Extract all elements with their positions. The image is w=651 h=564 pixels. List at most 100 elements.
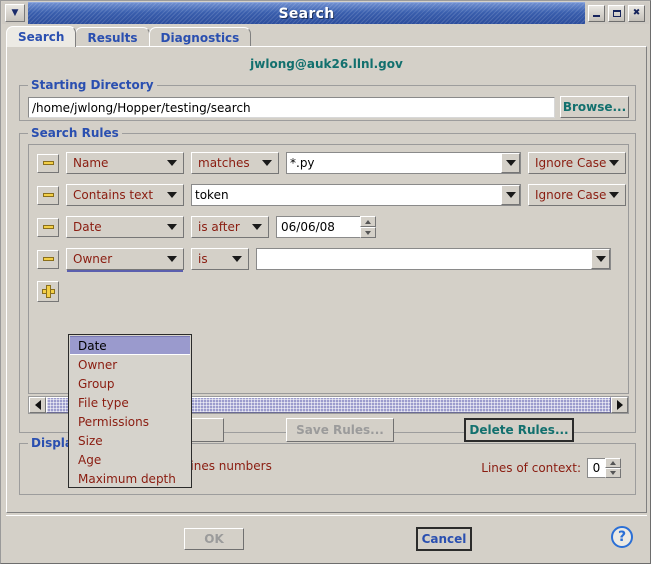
starting-directory-group: Starting Directory /home/jwlong/Hopper/t… — [19, 78, 636, 121]
rule-value-combo-4[interactable] — [256, 248, 611, 270]
dropdown-item-label: File type — [78, 395, 129, 410]
chevron-down-icon — [505, 192, 516, 198]
dropdown-item-label: Group — [78, 376, 115, 391]
close-button[interactable]: ✖ — [628, 4, 645, 22]
lines-of-context-label: Lines of context: — [481, 461, 581, 475]
lines-of-context-row: Lines of context: 0 — [481, 458, 621, 478]
dropdown-item-maximum-depth[interactable]: Maximum depth — [70, 469, 190, 488]
chevron-down-icon — [609, 192, 619, 198]
system-menu-button[interactable]: ▼ — [5, 4, 25, 22]
minus-icon — [42, 193, 54, 197]
context-spinner-down-button[interactable] — [605, 468, 621, 478]
chevron-down-icon — [167, 256, 177, 262]
cancel-button[interactable]: Cancel — [416, 527, 472, 551]
rule-value-combo-2[interactable]: token — [191, 184, 521, 206]
remove-rule-button-2[interactable] — [37, 185, 59, 205]
rule-modifier-value-1: Ignore Case — [535, 156, 607, 170]
rule-value-combo-1[interactable]: *.py — [286, 152, 521, 174]
chevron-down-icon — [232, 256, 242, 262]
arrow-down-icon — [610, 471, 616, 475]
rule-modifier-combo-2[interactable]: Ignore Case — [528, 184, 626, 206]
rule-field-value-3: Date — [73, 220, 102, 234]
tab-diagnostics-label: Diagnostics — [160, 30, 240, 45]
help-icon-label: ? — [617, 529, 627, 545]
rule-value-dropdown-2[interactable] — [501, 185, 520, 205]
dropdown-item-group[interactable]: Group — [70, 374, 190, 393]
tab-strip: Search Results Diagnostics — [6, 26, 647, 47]
rule-operator-combo-1[interactable]: matches — [191, 152, 279, 174]
rule-field-combo-4[interactable]: Owner — [66, 248, 184, 272]
host-label: jwlong@auk26.llnl.gov — [250, 57, 403, 71]
lines-of-context-spinner[interactable]: 0 — [587, 458, 621, 478]
dropdown-item-label: Owner — [78, 357, 118, 372]
chevron-down-icon — [262, 160, 272, 166]
rule-operator-value-1: matches — [198, 156, 250, 170]
lines-of-context-value[interactable]: 0 — [587, 458, 605, 478]
rule-field-combo-1[interactable]: Name — [66, 152, 184, 174]
context-spinner-up-button[interactable] — [605, 458, 621, 468]
dropdown-item-permissions[interactable]: Permissions — [70, 412, 190, 431]
context-spinner-arrows — [605, 458, 621, 478]
chevron-down-icon — [167, 192, 177, 198]
rule-operator-combo-4[interactable]: is — [191, 248, 249, 270]
rule-row: Name matches *.py Ignore Case — [37, 151, 626, 175]
rule-field-value-4: Owner — [73, 252, 113, 266]
rule-field-value-2: Contains text — [73, 188, 154, 202]
search-rules-legend: Search Rules — [28, 126, 122, 140]
dropdown-item-date[interactable]: Date — [70, 336, 190, 355]
ok-button[interactable]: OK — [184, 528, 244, 550]
minimize-button[interactable] — [588, 4, 605, 22]
chevron-down-icon — [505, 160, 516, 166]
remove-rule-button-1[interactable] — [37, 153, 59, 173]
chevron-down-icon — [167, 224, 177, 230]
date-spinner-up-button[interactable] — [360, 216, 376, 227]
dropdown-item-age[interactable]: Age — [70, 450, 190, 469]
date-spinner-down-button[interactable] — [360, 227, 376, 238]
rule-modifier-combo-1[interactable]: Ignore Case — [528, 152, 626, 174]
rule-value-dropdown-1[interactable] — [501, 153, 520, 173]
window-title: Search — [278, 5, 335, 22]
tab-diagnostics[interactable]: Diagnostics — [148, 27, 252, 47]
rule-date-value[interactable]: 06/06/08 — [276, 216, 360, 238]
rule-field-value-1: Name — [73, 156, 109, 170]
dropdown-item-size[interactable]: Size — [70, 431, 190, 450]
save-rules-button[interactable]: Save Rules... — [286, 418, 394, 442]
delete-rules-button[interactable]: Delete Rules... — [464, 418, 574, 442]
help-icon[interactable]: ? — [611, 526, 633, 548]
rule-date-spinner[interactable]: 06/06/08 — [276, 216, 376, 238]
window-controls: ✖ — [588, 4, 645, 22]
minus-icon — [42, 225, 54, 229]
rule-operator-value-3: is after — [198, 220, 240, 234]
minus-icon — [42, 257, 54, 261]
remove-rule-button-4[interactable] — [37, 249, 59, 269]
scroll-left-button[interactable] — [29, 397, 46, 413]
remove-rule-button-3[interactable] — [37, 217, 59, 237]
rule-row: Contains text token Ignore Case — [37, 183, 626, 207]
tab-search[interactable]: Search — [6, 26, 77, 47]
rule-value-text-2: token — [195, 188, 229, 202]
add-rule-button[interactable] — [37, 281, 59, 302]
rule-value-dropdown-4[interactable] — [591, 249, 610, 269]
maximize-button[interactable] — [608, 4, 625, 22]
rule-value-text-1: *.py — [290, 156, 315, 170]
scroll-right-button[interactable] — [611, 397, 628, 413]
rule-operator-combo-3[interactable]: is after — [191, 216, 269, 238]
title-strip[interactable]: Search — [28, 2, 585, 24]
combo-focus-indicator — [67, 270, 183, 272]
dropdown-item-label: Date — [78, 338, 107, 353]
dropdown-item-label: Permissions — [78, 414, 149, 429]
arrow-left-icon — [34, 400, 41, 410]
chevron-down-icon — [609, 160, 619, 166]
dropdown-item-owner[interactable]: Owner — [70, 355, 190, 374]
starting-directory-input[interactable]: /home/jwlong/Hopper/testing/search — [28, 97, 555, 118]
browse-button[interactable]: Browse... — [560, 96, 629, 118]
date-spinner-arrows — [360, 216, 376, 238]
search-window: ▼ Search ✖ Search Results Diagnostics jw… — [0, 0, 651, 564]
rule-field-combo-3[interactable]: Date — [66, 216, 184, 238]
tab-results[interactable]: Results — [75, 27, 150, 47]
dropdown-item-file-type[interactable]: File type — [70, 393, 190, 412]
arrow-right-icon — [616, 400, 623, 410]
rule-field-dropdown-popup[interactable]: Date Owner Group File type Permissions S… — [68, 334, 192, 488]
search-tab-panel: jwlong@auk26.llnl.gov Starting Directory… — [6, 46, 647, 513]
rule-field-combo-2[interactable]: Contains text — [66, 184, 184, 206]
